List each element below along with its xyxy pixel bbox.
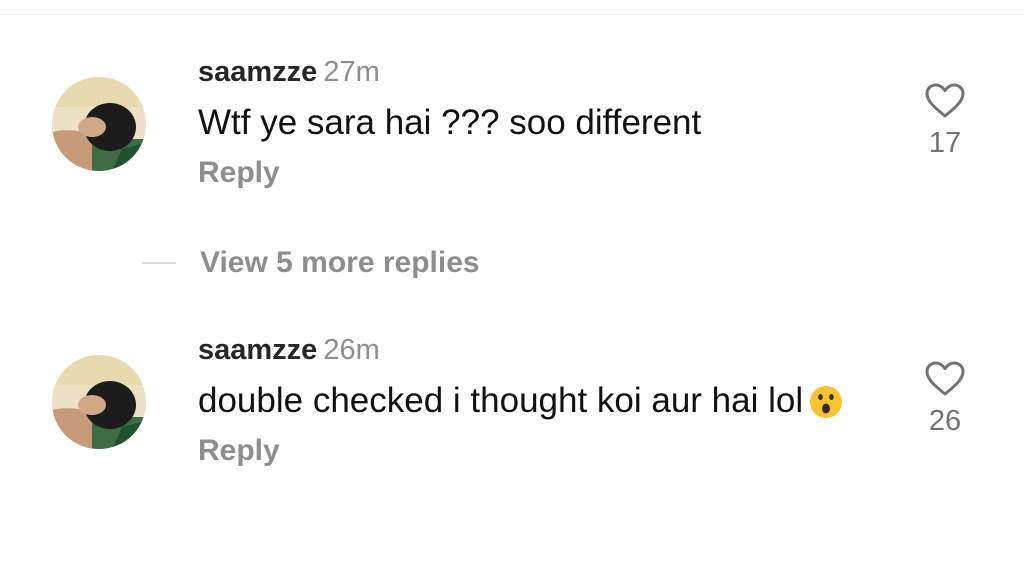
username[interactable]: saamzze (198, 56, 317, 88)
avatar[interactable] (52, 77, 146, 171)
heart-icon (925, 83, 965, 118)
comment-text: Wtf ye sara hai ??? soo different (198, 103, 702, 142)
like-count: 26 (928, 405, 962, 437)
username[interactable]: saamzze (198, 334, 317, 366)
view-more-replies-button[interactable]: View 5 more replies (142, 245, 480, 281)
avatar-image (52, 77, 146, 171)
like-button[interactable]: 26 (915, 361, 975, 437)
divider-line (142, 262, 176, 264)
view-more-replies-label: View 5 more replies (200, 246, 480, 279)
top-divider (0, 14, 1024, 15)
timestamp: 27m (323, 56, 380, 88)
like-count: 17 (928, 127, 962, 159)
comment-text: double checked i thought koi aur hai lol (198, 377, 858, 425)
timestamp: 26m (323, 334, 380, 366)
avatar[interactable] (52, 355, 146, 449)
heart-icon (925, 361, 965, 396)
reply-button[interactable]: Reply (198, 433, 878, 469)
avatar-image (52, 355, 146, 449)
astonished-face-icon (809, 384, 843, 418)
like-button[interactable]: 17 (915, 83, 975, 159)
comment-text-content: double checked i thought koi aur hai lol (198, 381, 804, 420)
reply-button[interactable]: Reply (198, 155, 878, 191)
